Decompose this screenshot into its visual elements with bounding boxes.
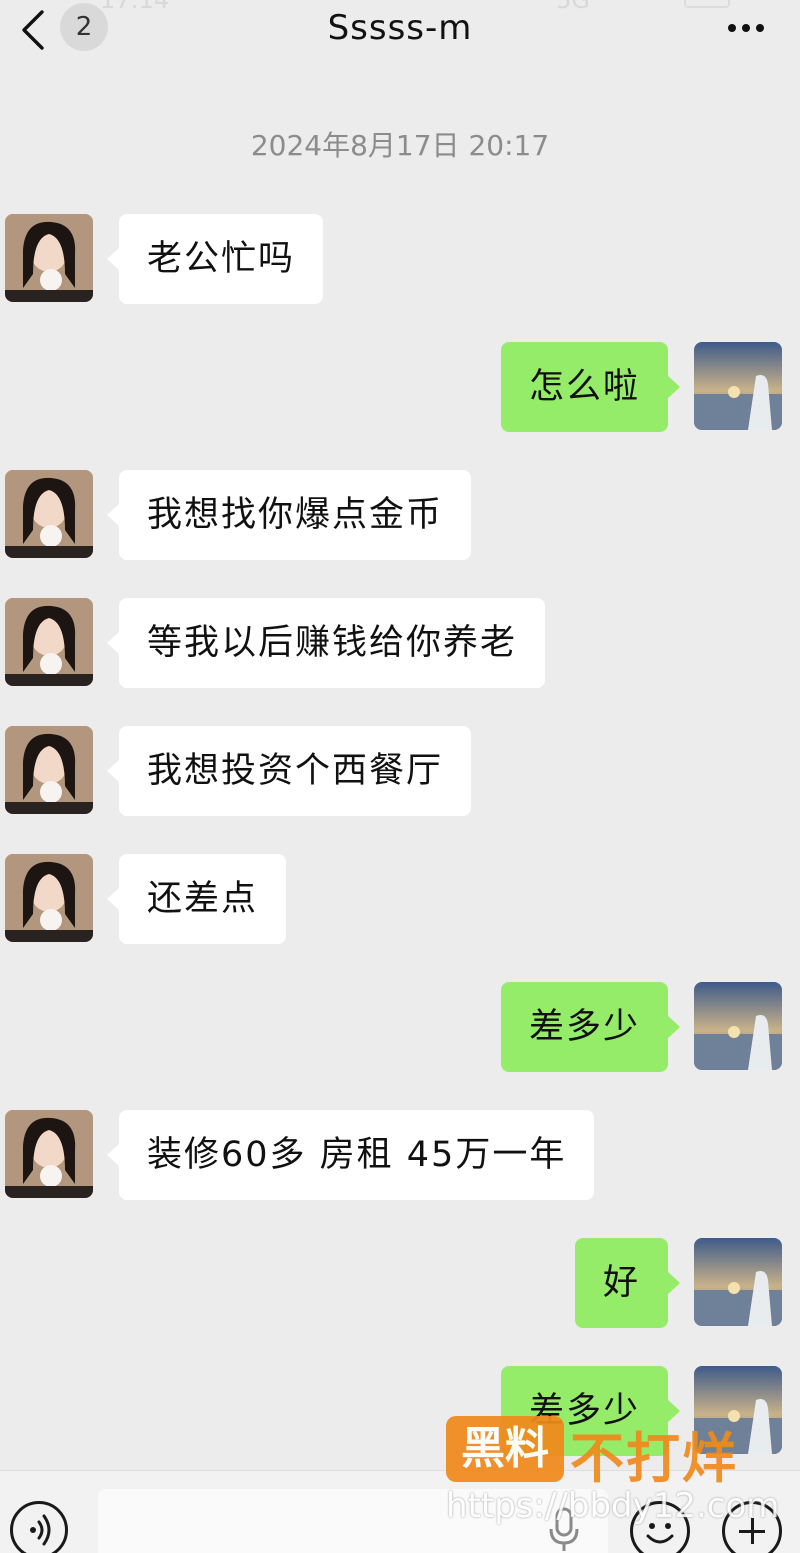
chat-timestamp: 2024年8月17日 20:17 (250, 129, 550, 162)
contact-avatar[interactable] (5, 598, 93, 686)
contact-avatar[interactable] (5, 470, 93, 558)
message-bubble-received[interactable]: 老公忙吗 (106, 214, 324, 304)
message-row: 装修60多 房租 45万一年 (0, 1110, 800, 1200)
more-options-button[interactable] (722, 10, 770, 46)
message-bubble-received[interactable]: 还差点 (106, 854, 287, 944)
voice-wave-icon (30, 1514, 51, 1546)
voice-input-button[interactable] (10, 1501, 68, 1553)
message-bubble-sent[interactable]: 怎么啦 (500, 342, 681, 432)
message-row: 等我以后赚钱给你养老 (0, 598, 800, 688)
message-row: 还差点 (0, 854, 800, 944)
message-bubble-received[interactable]: 我想投资个西餐厅 (106, 726, 472, 816)
contact-avatar[interactable] (5, 1110, 93, 1198)
message-bubble-received[interactable]: 等我以后赚钱给你养老 (106, 598, 546, 688)
message-row: 好 (0, 1238, 800, 1328)
watermark-url: https://bbdy12.com (446, 1486, 780, 1526)
contact-avatar[interactable] (5, 214, 93, 302)
user-avatar[interactable] (694, 1238, 782, 1326)
contact-avatar[interactable] (5, 854, 93, 942)
contact-avatar[interactable] (5, 726, 93, 814)
user-avatar[interactable] (694, 342, 782, 430)
message-bubble-sent[interactable]: 差多少 (500, 982, 681, 1072)
message-row: 老公忙吗 (0, 214, 800, 304)
chat-title: Sssss-m (327, 8, 473, 48)
chat-header: 2 Sssss-m (0, 0, 800, 70)
message-row: 我想投资个西餐厅 (0, 726, 800, 816)
watermark: 黑料 不打烊 https://bbdy12.com (440, 1412, 800, 1552)
message-row: 差多少 (0, 982, 800, 1072)
message-bubble-received[interactable]: 我想找你爆点金币 (106, 470, 472, 560)
message-bubble-sent[interactable]: 好 (574, 1238, 681, 1328)
unread-count-badge[interactable]: 2 (60, 3, 108, 51)
watermark-text: 不打烊 (570, 1427, 738, 1490)
message-bubble-received[interactable]: 装修60多 房租 45万一年 (106, 1110, 595, 1200)
more-dot-icon (742, 24, 750, 32)
watermark-badge: 黑料 (446, 1416, 564, 1482)
message-row: 我想找你爆点金币 (0, 470, 800, 560)
more-dot-icon (756, 24, 764, 32)
more-dot-icon (728, 24, 736, 32)
chevron-left-icon (22, 10, 44, 50)
user-avatar[interactable] (694, 982, 782, 1070)
back-button[interactable] (14, 6, 54, 54)
message-row: 怎么啦 (0, 342, 800, 432)
